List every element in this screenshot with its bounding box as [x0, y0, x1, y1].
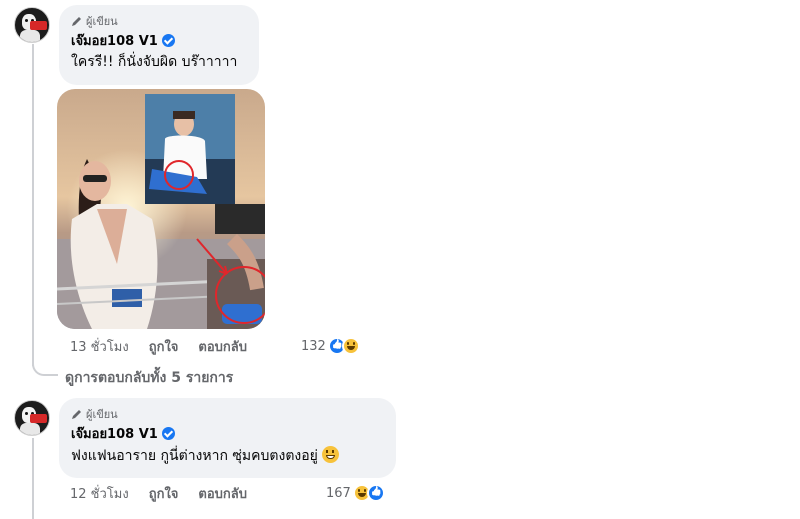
photo-image	[57, 89, 265, 329]
haha-icon	[341, 337, 360, 355]
reply-button[interactable]: ตอบกลับ	[198, 483, 247, 504]
reply-button[interactable]: ตอบกลับ	[198, 336, 247, 357]
avatar[interactable]	[14, 7, 50, 43]
thread-line	[32, 438, 34, 519]
pencil-icon	[72, 17, 81, 26]
author-badge: ผู้เขียน	[71, 406, 384, 422]
comment-timestamp[interactable]: 12 ชั่วโมง	[70, 483, 129, 504]
thread-connector	[32, 360, 58, 376]
pencil-icon	[72, 410, 81, 419]
comment-text-body: ฟงแฟนอาราย กูนี่ต่างหาก ซุ่มคบตงตงอยู่	[71, 448, 318, 464]
grinning-face-icon	[321, 446, 339, 463]
comment-actions: 13 ชั่วโมง ถูกใจ ตอบกลับ	[70, 337, 247, 355]
author-badge: ผู้เขียน	[71, 13, 247, 29]
reaction-count: 132	[301, 338, 326, 354]
comment-actions: 12 ชั่วโมง ถูกใจ ตอบกลับ	[70, 484, 247, 502]
verified-badge-icon	[161, 33, 175, 47]
like-button[interactable]: ถูกใจ	[149, 336, 179, 357]
verified-badge-icon	[161, 426, 175, 440]
thread-line	[32, 44, 34, 366]
comment-timestamp[interactable]: 13 ชั่วโมง	[70, 336, 129, 357]
reaction-summary[interactable]: 167	[326, 483, 385, 503]
avatar[interactable]	[14, 400, 50, 436]
author-name[interactable]: เจ๊มอย108 V1	[71, 30, 158, 51]
reaction-count: 167	[326, 485, 351, 501]
reaction-summary[interactable]: 132	[301, 336, 360, 356]
comment-bubble: ผู้เขียน เจ๊มอย108 V1 ใครรี!! ก็นั่งจับผ…	[59, 5, 259, 85]
comment-photo[interactable]	[57, 89, 265, 329]
author-name[interactable]: เจ๊มอย108 V1	[71, 423, 158, 444]
view-replies-link[interactable]: ดูการตอบกลับทั้ง 5 รายการ	[65, 367, 233, 389]
comment-text: ใครรี!! ก็นั่งจับผิด บร๊าาาาา	[71, 54, 238, 70]
comment-bubble: ผู้เขียน เจ๊มอย108 V1 ฟงแฟนอาราย กูนี่ต่…	[59, 398, 396, 478]
comment-text: ฟงแฟนอาราย กูนี่ต่างหาก ซุ่มคบตงตงอยู่	[71, 446, 384, 466]
like-icon	[366, 484, 385, 502]
like-button[interactable]: ถูกใจ	[149, 483, 179, 504]
author-badge-label: ผู้เขียน	[86, 15, 118, 28]
author-badge-label: ผู้เขียน	[86, 408, 118, 421]
